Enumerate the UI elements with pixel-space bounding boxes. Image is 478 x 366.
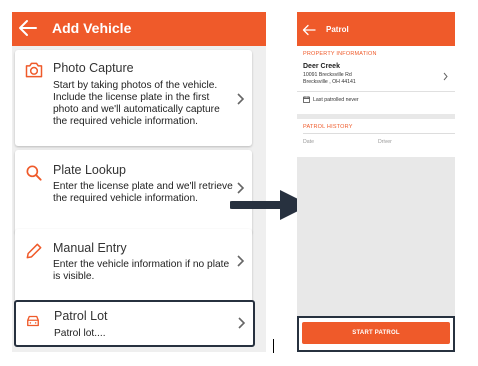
chevron-right-icon xyxy=(443,72,448,81)
card-description: Patrol lot.... xyxy=(54,328,106,339)
column-header-date: Date xyxy=(303,139,314,145)
section-heading: PROPERTY INFORMATION xyxy=(303,51,377,57)
start-patrol-button[interactable]: START PATROL xyxy=(302,322,450,344)
divider xyxy=(303,133,455,134)
arrow-left-icon[interactable] xyxy=(16,16,40,40)
text-cursor xyxy=(273,339,274,353)
card-title: Plate Lookup xyxy=(53,163,126,177)
column-header-driver: Driver xyxy=(378,139,392,145)
start-patrol-highlight: START PATROL xyxy=(297,316,455,352)
card-description: Enter the license plate and we'll retrie… xyxy=(53,181,233,204)
patrol-history-section: PATROL HISTORY Date Driver xyxy=(297,119,455,157)
app-header: Add Vehicle xyxy=(12,12,266,46)
card-title: Photo Capture xyxy=(53,61,134,75)
manual-entry-card[interactable]: Manual Entry Enter the vehicle informati… xyxy=(15,229,252,303)
pencil-icon xyxy=(26,243,42,259)
add-vehicle-screen: Add Vehicle Photo Capture Start by takin… xyxy=(12,12,266,352)
last-patrolled-text: Last patrolled never xyxy=(313,97,359,103)
car-icon xyxy=(27,315,39,327)
section-heading: PATROL HISTORY xyxy=(303,124,353,130)
card-description: Start by taking photos of the vehicle. I… xyxy=(53,80,220,127)
search-icon xyxy=(26,165,42,181)
chevron-right-icon xyxy=(237,93,245,105)
calendar-icon xyxy=(303,96,310,103)
property-address-line1: 10091 Brecksville Rd xyxy=(303,72,352,78)
card-title: Manual Entry xyxy=(53,241,127,255)
property-address-line2: Brecksville , OH 44141 xyxy=(303,79,356,85)
chevron-right-icon xyxy=(238,317,246,329)
card-description: Enter the vehicle information if no plat… xyxy=(53,259,230,282)
property-name: Deer Creek xyxy=(303,63,340,70)
page-title: Add Vehicle xyxy=(52,20,132,36)
page-title: Patrol xyxy=(326,25,349,34)
card-title: Patrol Lot xyxy=(54,309,108,323)
patrol-lot-card[interactable]: Patrol Lot Patrol lot.... xyxy=(14,300,255,347)
arrow-left-icon[interactable] xyxy=(302,24,316,36)
camera-icon xyxy=(25,62,43,78)
chevron-right-icon xyxy=(237,255,245,267)
property-information-section[interactable]: PROPERTY INFORMATION Deer Creek 10091 Br… xyxy=(297,46,455,114)
photo-capture-card[interactable]: Photo Capture Start by taking photos of … xyxy=(15,50,252,146)
app-header: Patrol xyxy=(297,12,455,46)
plate-lookup-card[interactable]: Plate Lookup Enter the license plate and… xyxy=(15,150,252,234)
divider xyxy=(297,91,455,92)
patrol-screen: Patrol PROPERTY INFORMATION Deer Creek 1… xyxy=(297,12,455,352)
